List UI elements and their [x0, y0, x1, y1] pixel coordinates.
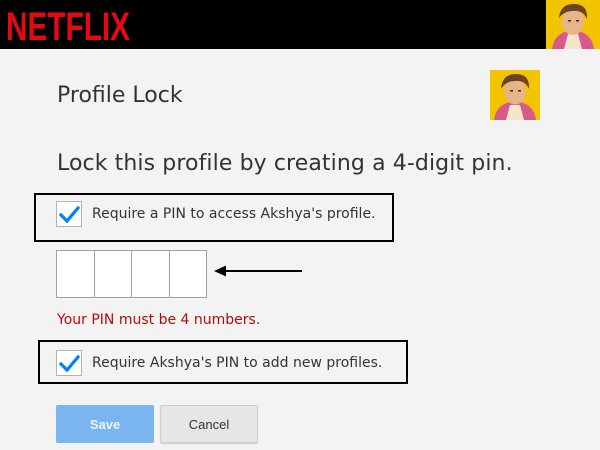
pin-digit-4[interactable]	[168, 250, 207, 298]
headline: Lock this profile by creating a 4-digit …	[57, 151, 513, 176]
top-bar: NETFLIX	[0, 0, 600, 49]
pin-input-group	[56, 250, 207, 298]
save-button[interactable]: Save	[56, 405, 154, 443]
add-profiles-label[interactable]: Require Akshya's PIN to add new profiles…	[92, 355, 382, 371]
brand-text: NETFLIX	[6, 5, 130, 46]
pin-digit-3[interactable]	[131, 250, 170, 298]
page-title: Profile Lock	[57, 83, 183, 108]
require-pin-checkbox[interactable]	[56, 201, 82, 227]
profile-avatar-icon	[490, 70, 540, 120]
pin-digit-1[interactable]	[56, 250, 95, 298]
header-avatar[interactable]	[546, 0, 600, 49]
require-pin-label[interactable]: Require a PIN to access Akshya's profile…	[92, 206, 376, 222]
profile-avatar	[490, 70, 540, 120]
add-profiles-checkbox[interactable]	[56, 350, 82, 376]
checkmark-icon	[59, 205, 80, 224]
profile-avatar-icon	[546, 0, 600, 49]
arrow-left-icon	[214, 265, 302, 277]
pin-digit-2[interactable]	[93, 250, 132, 298]
cancel-button[interactable]: Cancel	[160, 405, 258, 443]
pin-error-message: Your PIN must be 4 numbers.	[57, 312, 261, 328]
netflix-logo[interactable]: NETFLIX	[6, 3, 136, 46]
checkmark-icon	[59, 354, 80, 373]
